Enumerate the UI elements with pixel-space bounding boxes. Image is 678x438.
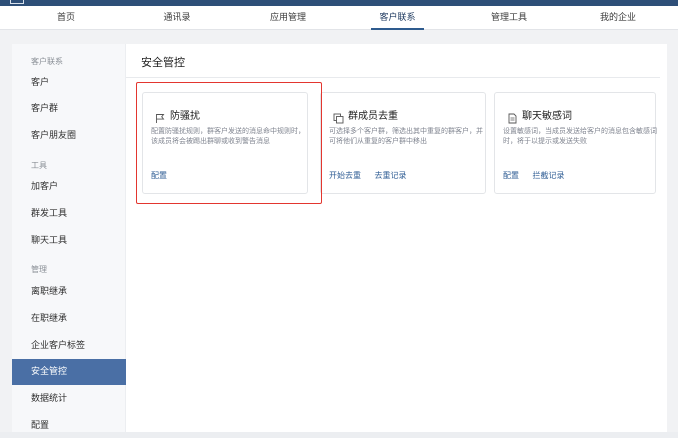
nav-my-enterprise[interactable]: 我的企业 [593, 6, 643, 30]
sidebar-group-customer-contact: 客户联系 [31, 57, 63, 66]
intercept-records-link[interactable]: 拦截记录 [533, 171, 565, 180]
card-title: 聊天敏感词 [522, 110, 572, 122]
nav-home[interactable]: 首页 [46, 6, 86, 30]
main-content: 安全管控 防骚扰 配置防骚扰规则，群客户发送的消息命中规则时，该成员将会被踢出群… [126, 44, 667, 438]
card-title: 防骚扰 [170, 110, 200, 122]
bottom-strip [0, 432, 678, 438]
nav-customer-contact[interactable]: 客户联系 [371, 6, 424, 30]
sidebar-item-mass-send[interactable]: 群发工具 [12, 201, 126, 227]
sidebar-item-onjob-inheritance[interactable]: 在职继承 [12, 306, 126, 332]
sidebar-item-security-control[interactable]: 安全管控 [12, 359, 126, 385]
top-nav: 首页 通讯录 应用管理 客户联系 管理工具 我的企业 [0, 6, 678, 30]
card-description: 设置敏感词，当成员发送给客户的消息包含敏感词时，将于以提示或发送失败 [503, 127, 657, 145]
start-dedupe-link[interactable]: 开始去重 [329, 171, 361, 180]
card-sensitive-words: 聊天敏感词 设置敏感词，当成员发送给客户的消息包含敏感词时，将于以提示或发送失败… [494, 92, 657, 194]
card-description: 配置防骚扰规则，群客户发送的消息命中规则时，该成员将会被踢出群聊或收到警告消息 [151, 127, 305, 145]
card-title: 群成员去重 [348, 110, 398, 122]
logo [10, 0, 24, 4]
document-icon [507, 109, 518, 123]
sidebar-item-customer-groups[interactable]: 客户群 [12, 96, 126, 122]
sidebar: 客户联系 客户 客户群 客户朋友圈 工具 加客户 群发工具 聊天工具 管理 离职… [12, 44, 126, 438]
dedupe-records-link[interactable]: 去重记录 [375, 171, 407, 180]
copy-icon [333, 109, 344, 123]
nav-management-tools[interactable]: 管理工具 [484, 6, 534, 30]
flag-icon [155, 109, 166, 123]
sidebar-item-statistics[interactable]: 数据统计 [12, 386, 126, 412]
page-title: 安全管控 [141, 56, 185, 69]
sidebar-item-chat-tools[interactable]: 聊天工具 [12, 228, 126, 254]
sidebar-item-customer-tags[interactable]: 企业客户标签 [12, 333, 126, 359]
title-divider [126, 77, 660, 78]
card-description: 可选择多个客户群，筛选出其中重复的群客户，并可将他们从重复的客户群中移出 [329, 127, 483, 145]
configure-link[interactable]: 配置 [151, 171, 167, 180]
sidebar-group-tools: 工具 [31, 161, 47, 170]
configure-link[interactable]: 配置 [503, 171, 519, 180]
card-group-dedupe: 群成员去重 可选择多个客户群，筛选出其中重复的群客户，并可将他们从重复的客户群中… [320, 92, 486, 194]
nav-contacts[interactable]: 通讯录 [152, 6, 202, 30]
sidebar-item-add-customer[interactable]: 加客户 [12, 174, 126, 200]
nav-app-management[interactable]: 应用管理 [263, 6, 313, 30]
sidebar-item-resigned-inheritance[interactable]: 离职继承 [12, 279, 126, 305]
sidebar-item-customers[interactable]: 客户 [12, 70, 126, 96]
sidebar-group-management: 管理 [31, 265, 47, 274]
card-anti-harassment: 防骚扰 配置防骚扰规则，群客户发送的消息命中规则时，该成员将会被踢出群聊或收到警… [142, 92, 308, 194]
sidebar-item-moments[interactable]: 客户朋友圈 [12, 123, 126, 149]
